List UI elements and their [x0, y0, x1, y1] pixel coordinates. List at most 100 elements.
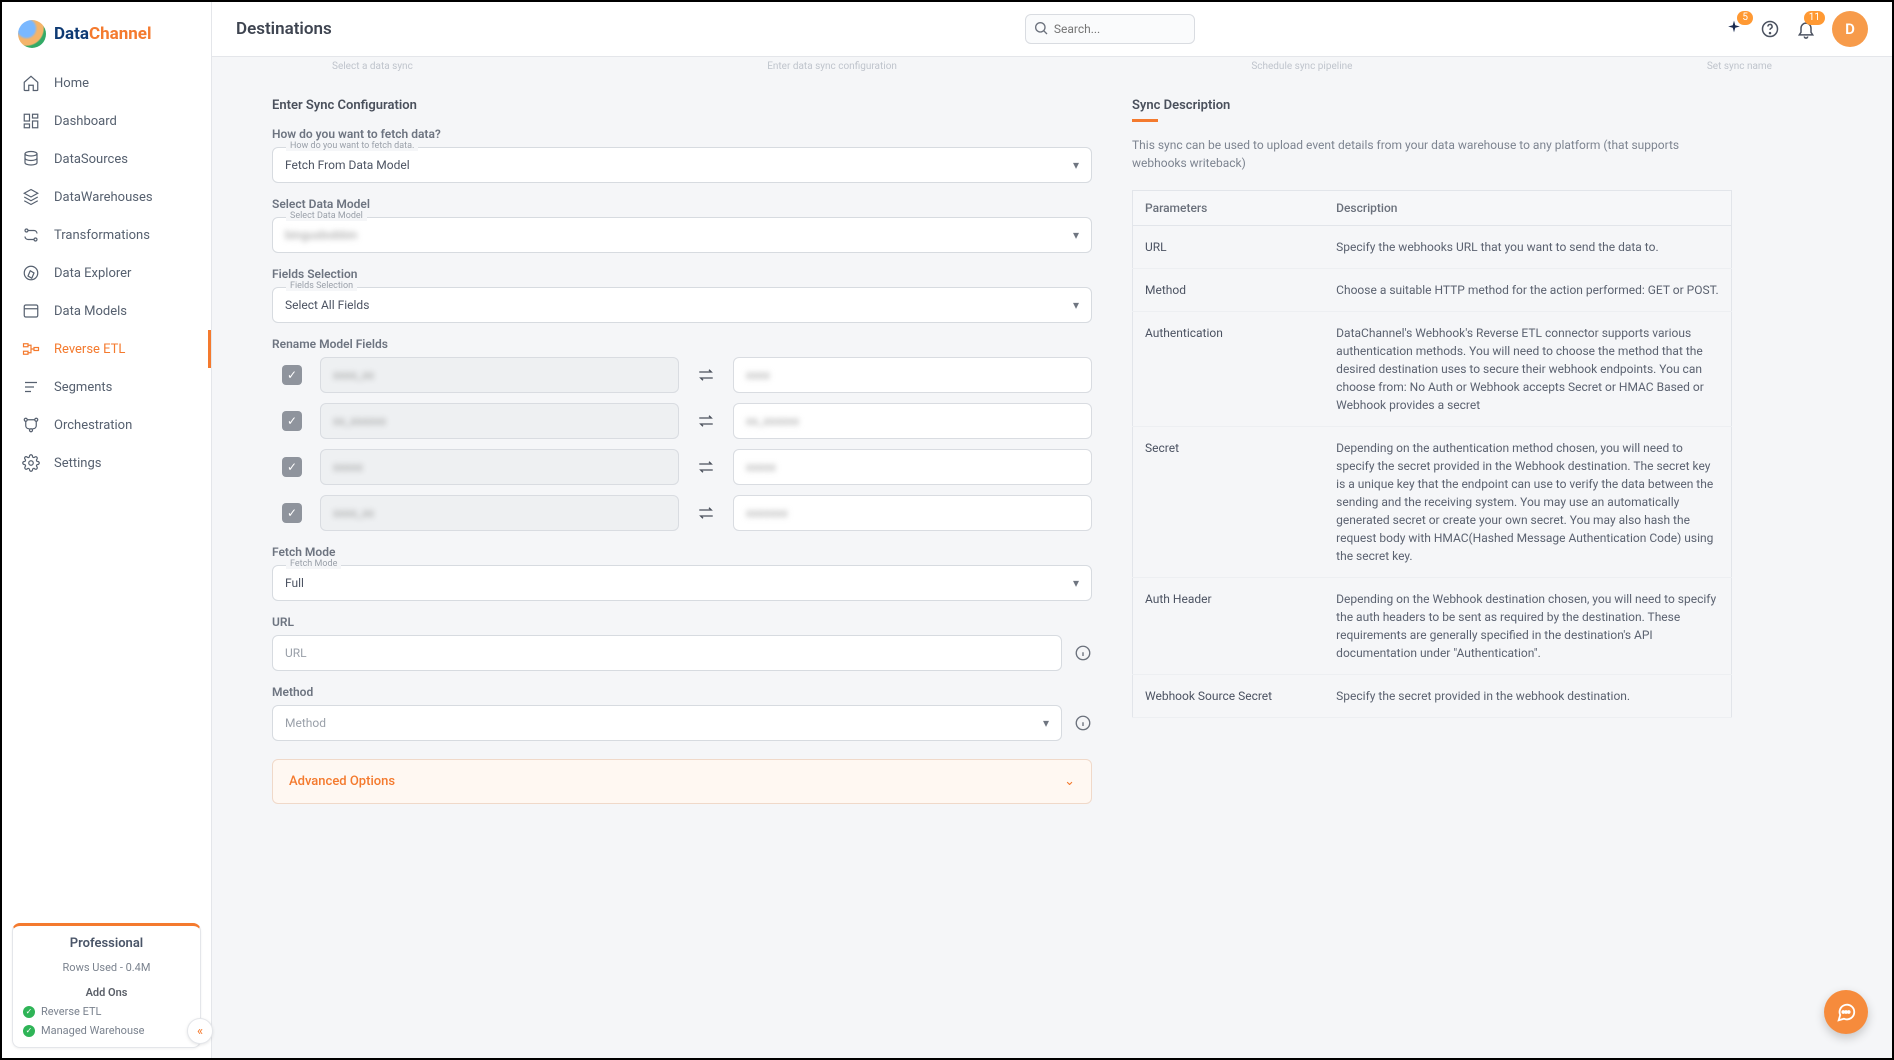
- table-row: Webhook Source SecretSpecify the secret …: [1133, 675, 1732, 718]
- model-select[interactable]: bingusbobbin ▾: [272, 217, 1092, 253]
- param-name: URL: [1133, 226, 1325, 269]
- sidebar-item-home[interactable]: Home: [2, 64, 211, 102]
- sidebar-item-label: Home: [54, 76, 89, 91]
- advanced-label: Advanced Options: [289, 774, 395, 789]
- param-name: Auth Header: [1133, 578, 1325, 675]
- sidebar-item-dashboard[interactable]: Dashboard: [2, 102, 211, 140]
- sidebar-item-label: Data Explorer: [54, 266, 131, 281]
- url-info-icon[interactable]: [1074, 644, 1092, 662]
- field-checkbox[interactable]: ✓: [282, 457, 302, 477]
- plan-addons-title: Add Ons: [23, 986, 190, 999]
- model-question: Select Data Model: [272, 197, 1092, 211]
- fetch-select[interactable]: Fetch From Data Model ▾: [272, 147, 1092, 183]
- segments-icon: [22, 378, 40, 396]
- gear-icon: [22, 454, 40, 472]
- fields-value: Select All Fields: [285, 298, 369, 312]
- dest-field-input[interactable]: xxxx: [733, 357, 1092, 393]
- sidebar-item-label: Data Models: [54, 304, 127, 319]
- help-icon: [1760, 19, 1780, 39]
- url-input[interactable]: URL: [272, 635, 1062, 671]
- desc-text: This sync can be used to upload event de…: [1132, 136, 1732, 172]
- ai-sparkle-button[interactable]: 5: [1724, 19, 1744, 39]
- chat-icon: [1835, 1001, 1857, 1023]
- check-icon: ✓: [23, 1006, 35, 1018]
- sparkle-badge: 5: [1737, 11, 1753, 25]
- sidebar-item-label: Orchestration: [54, 418, 132, 433]
- swap-icon: [697, 506, 715, 520]
- rename-field-row: ✓ xxxxx xxxxx: [282, 449, 1092, 485]
- method-info-icon[interactable]: [1074, 714, 1092, 732]
- param-desc: Depending on the authentication method c…: [1324, 427, 1731, 578]
- step-label: Schedule sync pipeline: [1251, 61, 1352, 72]
- sidebar-item-orchestration[interactable]: Orchestration: [2, 406, 211, 444]
- chevron-down-icon: ⌄: [1064, 774, 1075, 789]
- source-field-input[interactable]: xxxx_xx: [320, 495, 679, 531]
- field-checkbox[interactable]: ✓: [282, 503, 302, 523]
- source-field-input[interactable]: xxxxx: [320, 449, 679, 485]
- collapse-sidebar-button[interactable]: «: [187, 1018, 213, 1044]
- param-name: Webhook Source Secret: [1133, 675, 1325, 718]
- sidebar-item-label: Settings: [54, 456, 101, 471]
- fields-floating-label: Fields Selection: [286, 281, 357, 291]
- advanced-options-accordion[interactable]: Advanced Options ⌄: [272, 759, 1092, 804]
- bell-badge: 11: [1804, 11, 1825, 25]
- search-input[interactable]: [1025, 14, 1195, 44]
- params-table: Parameters Description URLSpecify the we…: [1132, 190, 1732, 718]
- topbar: Destinations 5 11 D: [212, 2, 1892, 57]
- method-select[interactable]: Method ▾: [272, 705, 1062, 741]
- chevron-left-icon: «: [197, 1024, 203, 1039]
- search: [1025, 14, 1195, 44]
- check-icon: ✓: [23, 1025, 35, 1037]
- avatar[interactable]: D: [1832, 11, 1868, 47]
- param-name: Secret: [1133, 427, 1325, 578]
- wizard-steps: Select a data sync Enter data sync confi…: [212, 57, 1892, 80]
- table-row: AuthenticationDataChannel's Webhook's Re…: [1133, 312, 1732, 427]
- fetchmode-value: Full: [285, 576, 304, 590]
- param-name: Method: [1133, 269, 1325, 312]
- rename-field-row: ✓ xx_xxxxxx xx_xxxxxx: [282, 403, 1092, 439]
- plan-title: Professional: [23, 936, 190, 951]
- model-icon: [22, 302, 40, 320]
- chevron-down-icon: ▾: [1073, 228, 1079, 242]
- source-field-input[interactable]: xxxx_xx: [320, 357, 679, 393]
- dest-field-input[interactable]: xxxxx: [733, 449, 1092, 485]
- sidebar-item-label: Transformations: [54, 228, 150, 243]
- step-label: Enter data sync configuration: [767, 61, 897, 72]
- sidebar-item-datamodels[interactable]: Data Models: [2, 292, 211, 330]
- help-button[interactable]: [1760, 19, 1780, 39]
- sidebar-item-dataexplorer[interactable]: Data Explorer: [2, 254, 211, 292]
- sidebar-item-datasources[interactable]: DataSources: [2, 140, 211, 178]
- sidebar-item-reverseetl[interactable]: Reverse ETL: [2, 330, 211, 368]
- dest-field-input[interactable]: xx_xxxxxx: [733, 403, 1092, 439]
- rename-question: Rename Model Fields: [272, 337, 1092, 351]
- brand-name: DataChannel: [54, 24, 151, 44]
- table-row: MethodChoose a suitable HTTP method for …: [1133, 269, 1732, 312]
- param-desc: DataChannel's Webhook's Reverse ETL conn…: [1324, 312, 1731, 427]
- field-checkbox[interactable]: ✓: [282, 411, 302, 431]
- sidebar-item-label: DataWarehouses: [54, 190, 153, 205]
- sidebar-item-label: DataSources: [54, 152, 128, 167]
- sidebar-item-settings[interactable]: Settings: [2, 444, 211, 482]
- sidebar-item-datawarehouses[interactable]: DataWarehouses: [2, 178, 211, 216]
- fields-select[interactable]: Select All Fields ▾: [272, 287, 1092, 323]
- source-field-input[interactable]: xx_xxxxxx: [320, 403, 679, 439]
- chat-fab[interactable]: [1824, 990, 1868, 1034]
- fetchmode-select[interactable]: Full ▾: [272, 565, 1092, 601]
- addon-label: Reverse ETL: [41, 1005, 101, 1018]
- sidebar-item-label: Dashboard: [54, 114, 117, 129]
- method-placeholder: Method: [285, 716, 326, 730]
- brand-logo[interactable]: DataChannel: [2, 2, 211, 58]
- sidebar-item-segments[interactable]: Segments: [2, 368, 211, 406]
- avatar-initial: D: [1845, 20, 1855, 38]
- swap-icon: [697, 460, 715, 474]
- sidebar-item-label: Reverse ETL: [54, 342, 125, 357]
- nav: Home Dashboard DataSources DataWarehouse…: [2, 58, 211, 913]
- notifications-button[interactable]: 11: [1796, 19, 1816, 39]
- field-checkbox[interactable]: ✓: [282, 365, 302, 385]
- table-row: Auth HeaderDepending on the Webhook dest…: [1133, 578, 1732, 675]
- sidebar-item-transformations[interactable]: Transformations: [2, 216, 211, 254]
- reverse-etl-icon: [22, 340, 40, 358]
- dest-field-input[interactable]: xxxxxxx: [733, 495, 1092, 531]
- section-title: Enter Sync Configuration: [272, 98, 1092, 113]
- step-label: Select a data sync: [332, 61, 413, 72]
